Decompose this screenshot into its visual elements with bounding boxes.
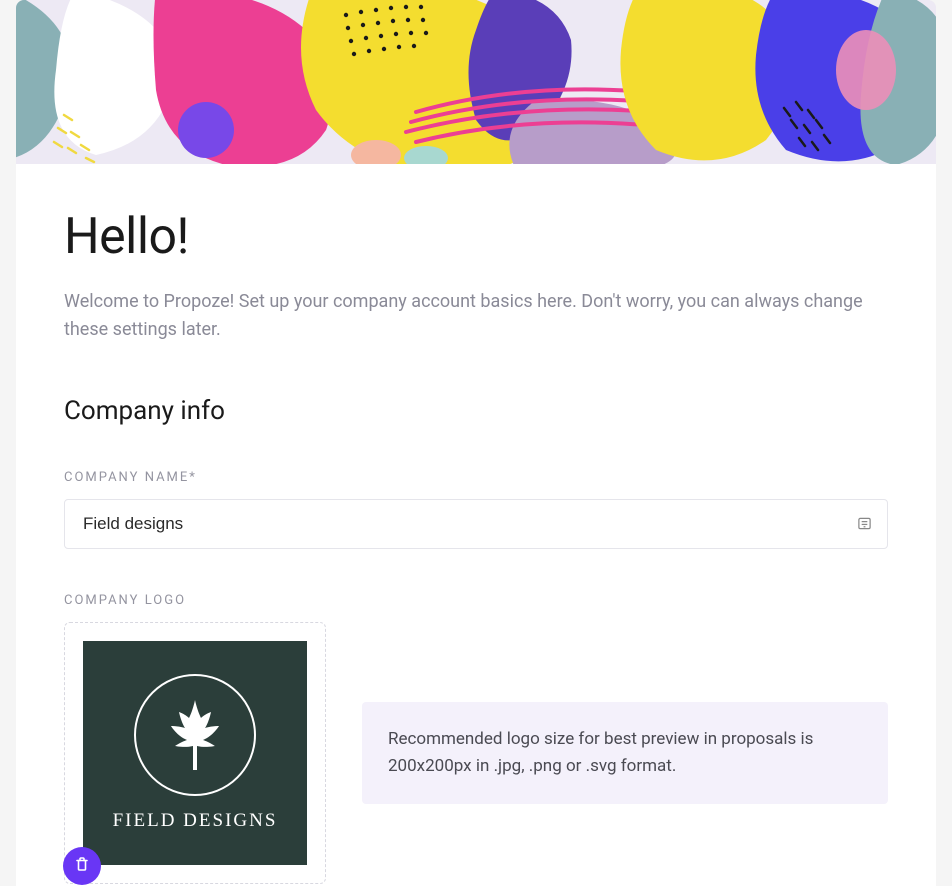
company-name-field: COMPANY NAME* xyxy=(64,470,888,549)
logo-hint-box: Recommended logo size for best preview i… xyxy=(362,702,888,804)
section-title-company-info: Company info xyxy=(64,396,888,426)
logo-mark xyxy=(134,674,256,796)
hero-banner xyxy=(16,0,936,164)
delete-logo-button[interactable] xyxy=(63,847,101,885)
welcome-text: Welcome to Propoze! Set up your company … xyxy=(64,288,884,344)
company-name-label: COMPANY NAME* xyxy=(64,470,888,485)
logo-upload-area[interactable]: FIELD DESIGNS xyxy=(64,622,326,884)
contact-card-icon[interactable] xyxy=(856,516,872,532)
company-name-input[interactable] xyxy=(64,499,888,549)
company-logo-field: COMPANY LOGO FIELD DESIGNS xyxy=(64,593,888,884)
logo-preview-text: FIELD DESIGNS xyxy=(113,810,278,832)
page-title: Hello! xyxy=(64,208,888,266)
onboarding-card: Hello! Welcome to Propoze! Set up your c… xyxy=(16,0,936,886)
trash-icon xyxy=(74,856,90,875)
company-logo-label: COMPANY LOGO xyxy=(64,593,888,608)
logo-preview: FIELD DESIGNS xyxy=(83,641,307,865)
